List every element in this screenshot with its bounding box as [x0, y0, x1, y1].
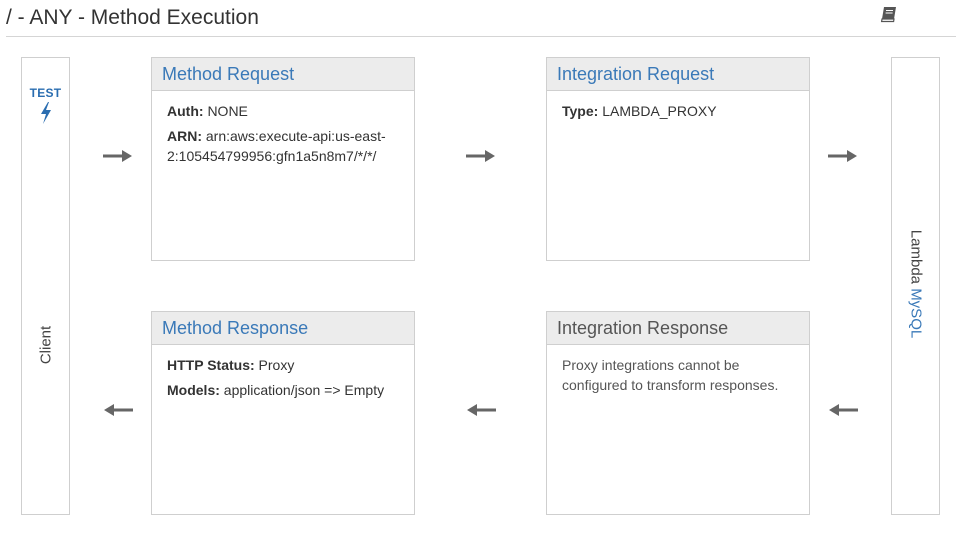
models-label: Models: [167, 382, 220, 398]
models-row: Models: application/json => Empty [167, 380, 400, 400]
http-status-label: HTTP Status: [167, 357, 255, 373]
lambda-function-link[interactable]: MySQL [908, 288, 925, 338]
http-status-value: Proxy [258, 357, 295, 373]
test-label: TEST [29, 86, 62, 100]
models-value: application/json => Empty [223, 382, 385, 398]
backend-type-label: Lambda [907, 229, 925, 285]
page-title: / - ANY - Method Execution [6, 6, 259, 29]
integration-request-link[interactable]: Integration Request [547, 58, 809, 91]
test-button[interactable]: TEST [22, 86, 69, 124]
client-column: TEST Client [21, 57, 70, 515]
integration-type-value: LAMBDA_PROXY [602, 103, 717, 119]
arrow-right-icon [828, 150, 857, 162]
integration-type-label: Type: [562, 103, 599, 119]
backend-label: Lambda MySQL [908, 230, 925, 338]
method-response-link[interactable]: Method Response [152, 312, 414, 345]
http-status-row: HTTP Status: Proxy [167, 355, 400, 375]
integration-response-panel: Integration Response Proxy integrations … [546, 311, 810, 515]
integration-request-panel: Integration Request Type: LAMBDA_PROXY [546, 57, 810, 261]
auth-row: Auth: NONE [167, 101, 400, 121]
lightning-bolt-icon [40, 102, 51, 124]
title-bar: / - ANY - Method Execution [6, 4, 956, 37]
arrow-left-icon [104, 404, 133, 416]
arrow-right-icon [103, 150, 132, 162]
integration-response-title: Integration Response [547, 312, 809, 345]
arrow-left-icon [467, 404, 496, 416]
book-icon[interactable] [878, 4, 900, 26]
arn-row: ARN: arn:aws:execute-api:us-east-2:10545… [167, 126, 400, 166]
auth-value: NONE [207, 103, 248, 119]
method-response-panel: Method Response HTTP Status: Proxy Model… [151, 311, 415, 515]
arn-label: ARN: [167, 128, 202, 144]
integration-type-row: Type: LAMBDA_PROXY [562, 101, 795, 121]
auth-label: Auth: [167, 103, 204, 119]
backend-column: Lambda MySQL [891, 57, 940, 515]
client-label: Client [37, 325, 55, 365]
method-request-panel: Method Request Auth: NONE ARN: arn:aws:e… [151, 57, 415, 261]
arrow-right-icon [466, 150, 495, 162]
integration-response-note: Proxy integrations cannot be configured … [562, 357, 779, 393]
method-request-link[interactable]: Method Request [152, 58, 414, 91]
arrow-left-icon [829, 404, 858, 416]
